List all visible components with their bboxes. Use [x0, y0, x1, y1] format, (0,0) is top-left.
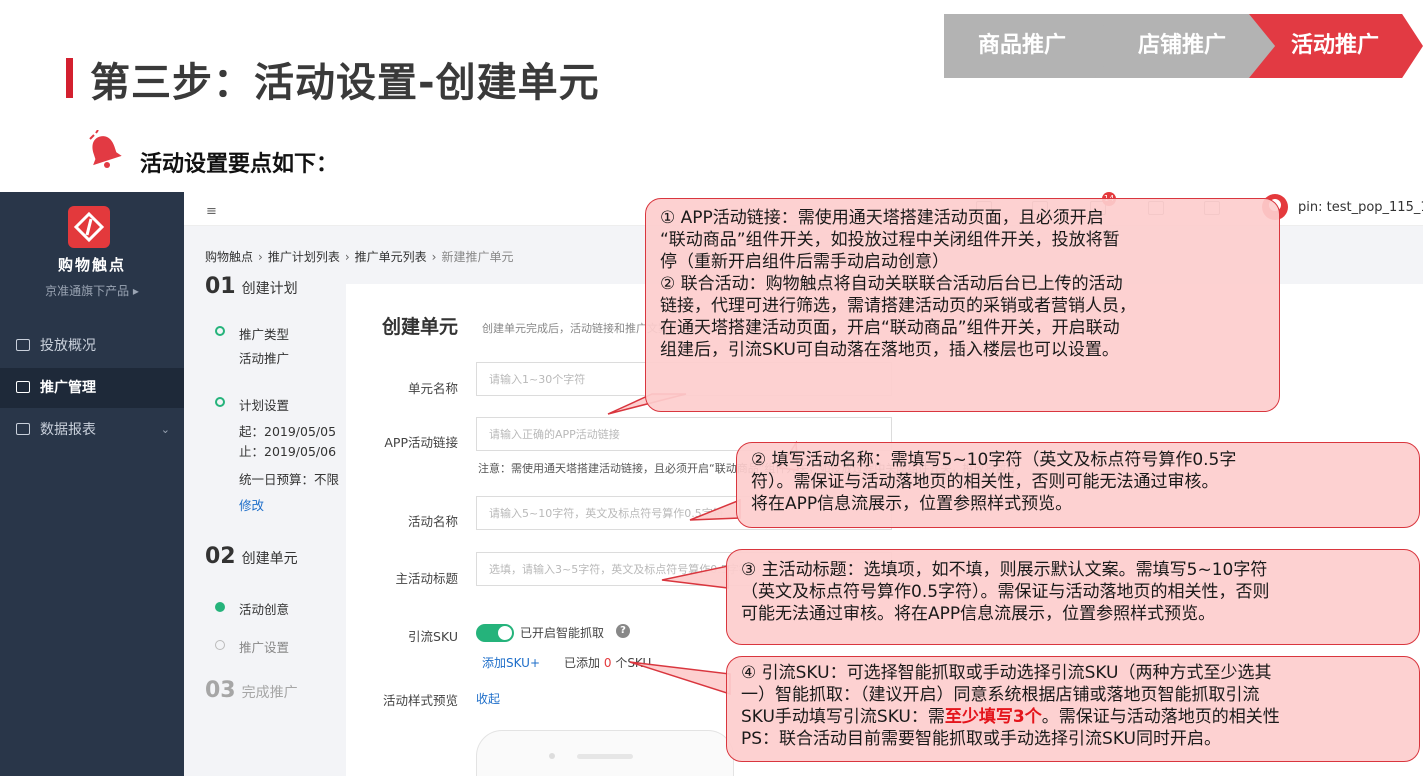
callout-app-link: ① APP活动链接：需使用通天塔搭建活动页面，且必须开启 “联动商品”组件开关，…	[645, 198, 1280, 412]
plan-start-date: 起：2019/05/05	[239, 424, 337, 439]
activity-name-label: 活动名称	[407, 514, 458, 529]
title-accent-bar	[66, 58, 73, 98]
breadcrumb: 购物触点 › 推广计划列表 › 推广单元列表 › 新建推广单元	[205, 250, 514, 264]
chevron-down-icon: ⌄	[160, 423, 170, 436]
app-link-label: APP活动链接	[384, 435, 458, 450]
sku-label: 引流SKU	[408, 629, 458, 644]
add-sku-link[interactable]: 添加SKU+	[482, 654, 540, 671]
step-shop-promotion: 店铺推广	[1094, 14, 1280, 78]
sidebar-item-data-reports[interactable]: 数据报表 ⌄	[0, 410, 184, 450]
main-title-label: 主活动标题	[395, 571, 458, 586]
brand-sub[interactable]: 京准通旗下产品 ▸	[0, 282, 184, 299]
step-done-icon	[215, 326, 225, 336]
breadcrumb-item[interactable]: 购物触点	[205, 250, 253, 264]
plan-budget: 统一日预算：不限	[239, 472, 340, 487]
form-title: 创建单元	[382, 316, 459, 338]
report-icon	[16, 423, 30, 435]
menu-toggle-icon[interactable]: ≡	[206, 204, 217, 219]
slide-subtitle: 活动设置要点如下：	[140, 152, 339, 177]
unit-name-label: 单元名称	[407, 381, 458, 396]
promo-type-label: 推广类型	[239, 327, 290, 342]
process-steps: 商品推广 店铺推广 活动推广	[944, 14, 1423, 78]
breadcrumb-item[interactable]: 推广计划列表	[268, 250, 340, 264]
wizard-step-2: 02 创建单元	[205, 544, 298, 569]
sku-count: 已添加 0 个SKU	[564, 656, 652, 670]
callout-sku: ④ 引流SKU：可选择智能抓取或手动选择引流SKU（两种方式至少选其 一）智能抓…	[726, 656, 1420, 762]
wizard-steps: 01 创建计划 推广类型 活动推广 计划设置 起：2019/05/05 止：201…	[184, 272, 346, 776]
help-icon[interactable]: ?	[616, 624, 630, 638]
edit-plan-link[interactable]: 修改	[239, 495, 264, 514]
collapse-link[interactable]: 收起	[476, 690, 500, 707]
breadcrumb-current: 新建推广单元	[441, 250, 514, 264]
plan-end-date: 止：2019/05/06	[239, 444, 337, 459]
style-preview-label: 活动样式预览	[382, 693, 458, 708]
brand-name: 购物触点	[57, 256, 126, 274]
promo-type-value: 活动推广	[239, 351, 290, 366]
promo-settings-item[interactable]: 推广设置	[239, 637, 289, 656]
step-done-icon	[215, 397, 225, 407]
user-pin[interactable]: pin: test_pop_115_1	[1298, 200, 1423, 215]
sidebar-item-overview[interactable]: 投放概况	[0, 326, 184, 366]
callout-activity-name: ② 填写活动名称：需填写5~10字符（英文及标点符号算作0.5字 符）。需保证与…	[736, 442, 1420, 528]
wizard-step-1: 01 创建计划	[205, 274, 298, 299]
smart-fetch-status: 已开启智能抓取	[520, 626, 605, 640]
activity-creative-item[interactable]: 活动创意	[239, 599, 289, 618]
briefcase-icon	[16, 381, 30, 393]
bell-icon	[89, 130, 122, 168]
slide-title: 第三步：活动设置-创建单元	[90, 60, 600, 106]
callout-main-title: ③ 主活动标题：选填项，如不填，则展示默认文案。需填写5~10字符 （英文及标点…	[726, 549, 1420, 645]
plan-settings-label: 计划设置	[239, 398, 290, 413]
logo-icon[interactable]	[68, 206, 110, 248]
smart-fetch-toggle[interactable]	[476, 624, 514, 642]
sidebar-item-promotion-management[interactable]: 推广管理	[0, 368, 184, 408]
step-product-promotion: 商品推广	[944, 14, 1124, 78]
step-current-icon	[215, 602, 225, 612]
sidebar: 购物触点 京准通旗下产品 ▸ 投放概况 推广管理 数据报表 ⌄	[0, 192, 184, 776]
phone-preview	[476, 730, 734, 776]
step-pending-icon	[215, 640, 225, 650]
wizard-step-3: 03 完成推广	[205, 678, 298, 703]
monitor-icon	[16, 339, 30, 351]
breadcrumb-item[interactable]: 推广单元列表	[355, 250, 427, 264]
